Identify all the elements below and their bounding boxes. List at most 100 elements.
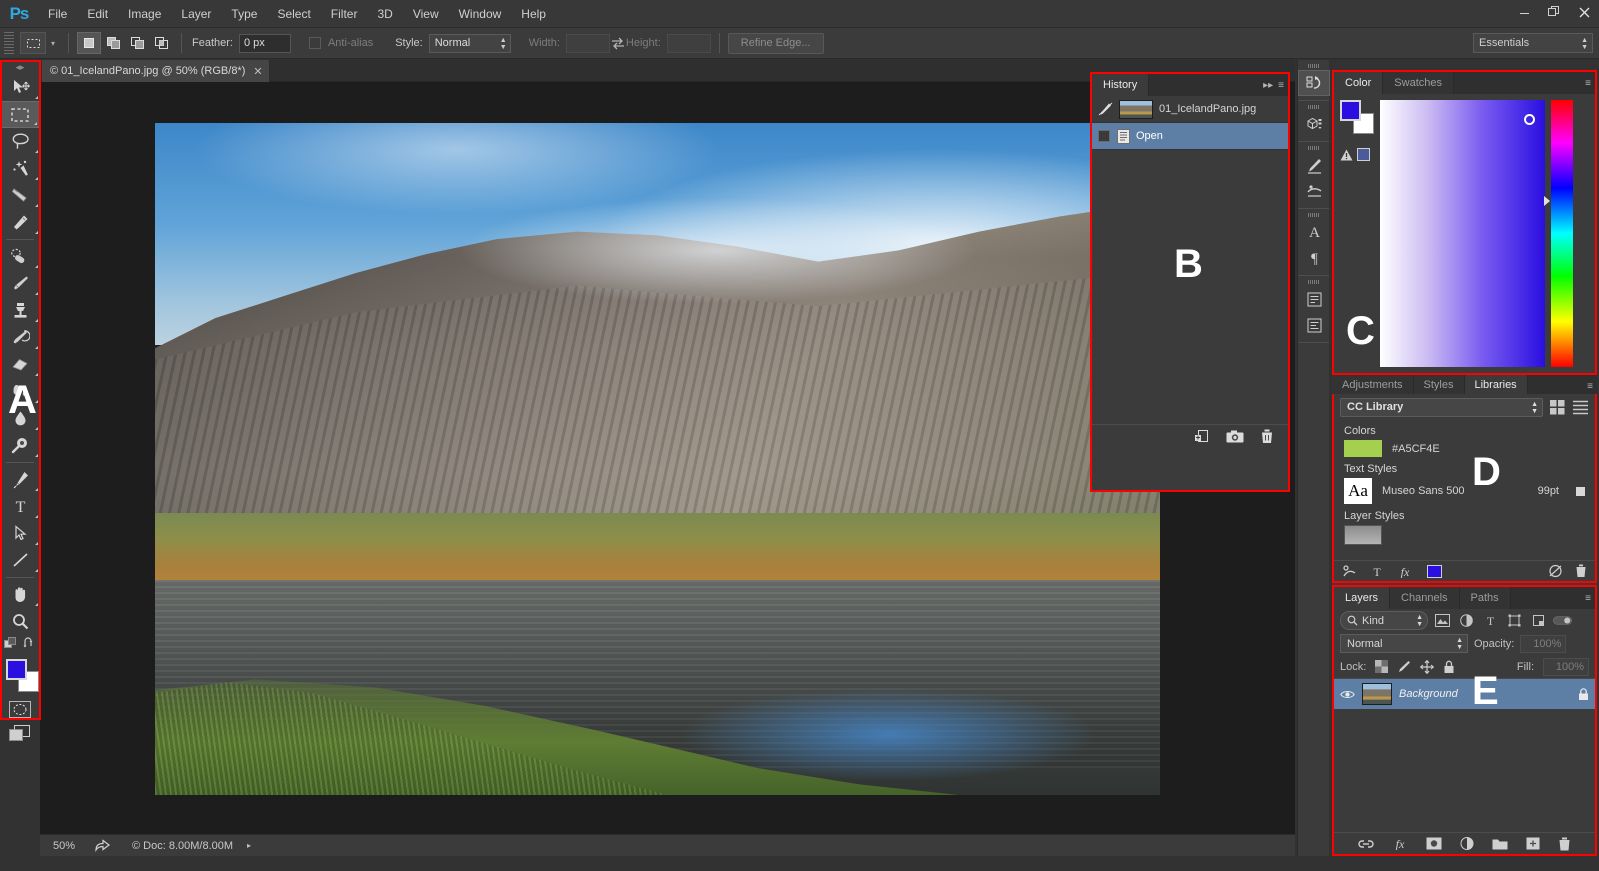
lock-position-icon[interactable] [1420, 659, 1435, 674]
move-tool[interactable] [0, 74, 40, 101]
dock-grip-1[interactable] [1298, 62, 1329, 70]
library-layer-style-item[interactable] [1334, 524, 1595, 546]
cc-library-select[interactable]: CC Library ▲ ▼ [1340, 397, 1543, 417]
menu-help[interactable]: Help [511, 0, 556, 28]
lasso-tool[interactable] [0, 128, 40, 155]
panel-options-menu-icon[interactable]: ≡ [1278, 80, 1284, 91]
add-to-selection-button[interactable] [101, 32, 125, 54]
swap-width-height-icon[interactable] [610, 36, 624, 50]
quick-mask-button[interactable] [0, 697, 40, 721]
line-tool[interactable] [0, 547, 40, 574]
adjustment-layer-icon[interactable] [1460, 837, 1474, 850]
blur-tool[interactable] [0, 405, 40, 432]
tab-channels[interactable]: Channels [1390, 587, 1460, 609]
brush-preset-dock-icon[interactable] [1298, 152, 1330, 178]
add-layer-style-icon[interactable]: fx [1397, 565, 1413, 578]
tab-styles[interactable]: Styles [1413, 375, 1465, 394]
color-panel-options-menu-icon[interactable]: ≡ [1585, 78, 1591, 89]
delete-icon[interactable] [1575, 564, 1587, 578]
delete-layer-icon[interactable] [1558, 837, 1571, 851]
gradient-tool[interactable] [0, 378, 40, 405]
menu-layer[interactable]: Layer [171, 0, 221, 28]
height-input[interactable] [666, 33, 711, 53]
history-snapshot-row[interactable]: 01_IcelandPano.jpg [1092, 96, 1288, 123]
document-image-iceland-panorama[interactable] [155, 123, 1160, 795]
lock-transparent-pixels-icon[interactable] [1375, 660, 1389, 673]
tab-history[interactable]: History [1092, 74, 1150, 96]
dock-grip-5[interactable] [1298, 278, 1329, 286]
link-layers-icon[interactable] [1358, 838, 1374, 850]
dock-grip-4[interactable] [1298, 211, 1329, 219]
dock-grip-3[interactable] [1298, 144, 1329, 152]
crop-tool[interactable] [0, 182, 40, 209]
menu-view[interactable]: View [403, 0, 449, 28]
new-document-from-state-icon[interactable] [1194, 429, 1210, 444]
3d-dock-icon[interactable] [1298, 111, 1330, 137]
tab-adjustments[interactable]: Adjustments [1332, 375, 1414, 394]
libraries-panel-options-menu-icon[interactable]: ≡ [1587, 381, 1593, 392]
layer-name[interactable]: Background [1399, 688, 1458, 700]
path-selection-tool[interactable] [0, 520, 40, 547]
layers-panel-options-menu-icon[interactable]: ≡ [1585, 593, 1591, 604]
workspace-select[interactable]: Essentials ▲ ▼ [1473, 33, 1593, 53]
active-tool-icon[interactable] [20, 32, 46, 54]
color-picker-marker[interactable] [1524, 114, 1535, 125]
menu-file[interactable]: File [38, 0, 77, 28]
paragraph-dock-icon[interactable]: ¶ [1298, 245, 1330, 271]
filter-toggle-icon[interactable] [1553, 611, 1572, 630]
history-brush-source-icon[interactable] [1098, 102, 1113, 116]
layer-style-fx-icon[interactable]: fx [1392, 837, 1408, 850]
menu-window[interactable]: Window [449, 0, 512, 28]
paragraph-styles-dock-icon[interactable] [1298, 312, 1330, 338]
menu-filter[interactable]: Filter [321, 0, 368, 28]
healing-brush-tool[interactable] [0, 243, 40, 270]
pen-tool[interactable] [0, 466, 40, 493]
menu-image[interactable]: Image [118, 0, 171, 28]
hand-tool[interactable] [0, 581, 40, 608]
new-group-icon[interactable] [1492, 837, 1508, 850]
close-tab-icon[interactable]: ✕ [253, 65, 262, 78]
dodge-tool[interactable] [0, 432, 40, 459]
grid-view-icon[interactable] [1549, 399, 1566, 416]
filter-adjustment-layers-icon[interactable] [1457, 611, 1476, 630]
lock-all-icon[interactable] [1443, 660, 1455, 674]
character-dock-icon[interactable]: A [1298, 219, 1330, 245]
zoom-tool[interactable] [0, 608, 40, 635]
character-styles-dock-icon[interactable] [1298, 286, 1330, 312]
brush-settings-dock-icon[interactable] [1298, 178, 1330, 204]
tool-preset-chevron-icon[interactable]: ▾ [46, 39, 60, 48]
new-selection-button[interactable] [77, 32, 101, 54]
add-layer-mask-icon[interactable] [1426, 837, 1442, 850]
style-select[interactable]: Normal ▲ ▼ [428, 33, 511, 53]
maximize-button[interactable] [1539, 0, 1569, 24]
brush-tool[interactable] [0, 270, 40, 297]
intersect-selection-button[interactable] [149, 32, 173, 54]
hue-strip[interactable] [1551, 100, 1573, 367]
eyedropper-tool[interactable] [0, 209, 40, 236]
list-view-icon[interactable] [1572, 399, 1589, 416]
swap-colors-icon[interactable] [23, 636, 36, 650]
tab-color[interactable]: Color [1334, 72, 1384, 94]
history-state-row-open[interactable]: Open [1092, 123, 1288, 150]
history-dock-icon[interactable] [1298, 70, 1330, 96]
share-icon[interactable] [88, 839, 116, 852]
collapse-panel-icon[interactable]: ▸▸ [1263, 80, 1273, 91]
history-brush-checkbox[interactable] [1098, 130, 1110, 142]
tab-libraries[interactable]: Libraries [1464, 375, 1528, 394]
fill-value[interactable]: 100% [1543, 657, 1589, 676]
color-spectrum-field[interactable] [1380, 100, 1545, 367]
library-text-style-item[interactable]: Aa Museo Sans 500 99pt [1334, 477, 1595, 505]
layer-filter-kind-select[interactable]: Kind ▲ ▼ [1340, 611, 1428, 630]
out-of-gamut-warning[interactable] [1340, 148, 1374, 161]
filter-type-layers-icon[interactable]: T [1481, 611, 1500, 630]
color-panel-foreground-swatch[interactable] [1340, 100, 1361, 121]
foreground-color-swatch[interactable] [6, 659, 27, 680]
close-button[interactable] [1569, 0, 1599, 24]
minimize-button[interactable] [1509, 0, 1539, 24]
library-color-item[interactable]: #A5CF4E [1334, 439, 1595, 458]
add-text-style-icon[interactable]: T [1371, 565, 1383, 578]
menu-edit[interactable]: Edit [77, 0, 118, 28]
lock-image-pixels-icon[interactable] [1397, 660, 1411, 673]
layer-row-background[interactable]: Background [1334, 679, 1595, 709]
anti-alias-checkbox[interactable] [308, 37, 321, 49]
